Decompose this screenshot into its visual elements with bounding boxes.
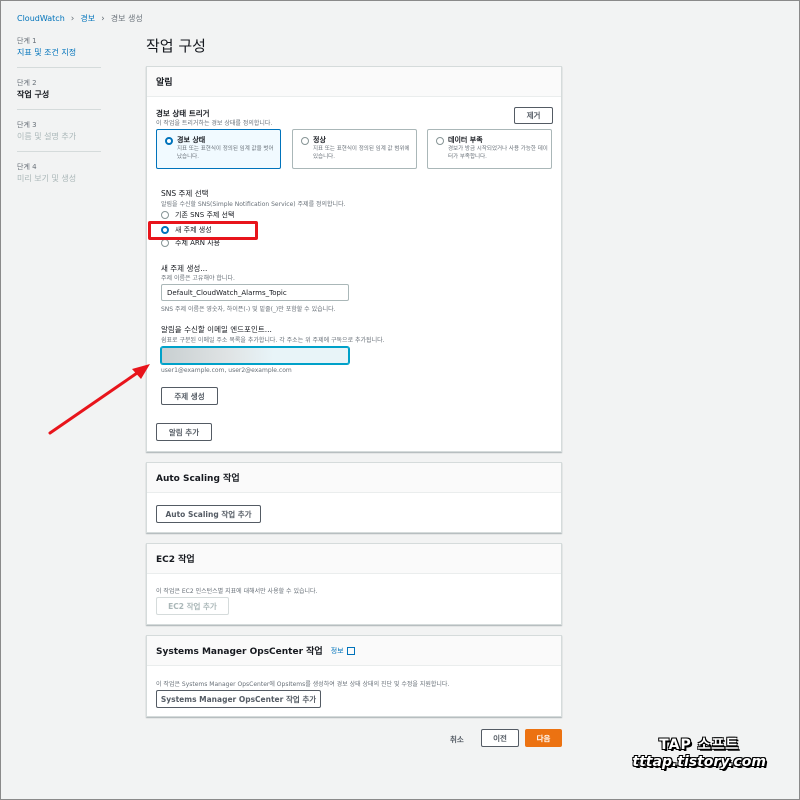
breadcrumb-alarms[interactable]: 경보 (80, 13, 95, 24)
email-desc: 쉼표로 구분된 이메일 주소 목록을 추가합니다. 각 주소는 위 주제에 구독… (161, 337, 385, 344)
panel-header: Auto Scaling 작업 (147, 463, 561, 493)
panel-title: Systems Manager OpsCenter 작업 (156, 647, 323, 657)
breadcrumb-cloudwatch[interactable]: CloudWatch (17, 14, 65, 23)
step-number: 단계 1 (17, 37, 37, 45)
topic-name-input[interactable]: Default_CloudWatch_Alarms_Topic (161, 284, 349, 301)
step-2: 단계 2 작업 구성 (17, 78, 101, 110)
add-opscenter-action-button[interactable]: Systems Manager OpsCenter 작업 추가 (156, 690, 321, 708)
email-label: 알림을 수신할 이메일 엔드포인트... (161, 325, 272, 334)
annotation-arrow-icon (48, 364, 150, 435)
step-4: 단계 4 미리 보기 및 생성 (17, 162, 101, 193)
step-3: 단계 3 이름 및 설명 추가 (17, 120, 101, 152)
notification-panel: 알림 경보 상태 트리거 이 작업을 트리거하는 경보 상태를 정의합니다. 제… (146, 66, 562, 452)
panel-header: EC2 작업 (147, 544, 561, 574)
remove-button[interactable]: 제거 (514, 107, 553, 124)
chevron-right-icon: › (101, 13, 105, 24)
sns-option-existing[interactable]: 기존 SNS 주제 선택 (161, 210, 234, 220)
radio-icon (436, 137, 444, 145)
add-autoscaling-action-button[interactable]: Auto Scaling 작업 추가 (156, 505, 261, 523)
panel-header: 알림 (147, 67, 561, 97)
watermark-line2: tttap.tistory.com (632, 754, 766, 770)
ec2-desc: 이 작업은 EC2 인스턴스별 지표에 대해서만 사용할 수 있습니다. (156, 588, 318, 595)
option-label: 기존 SNS 주제 선택 (175, 211, 235, 219)
tile-desc: 경보가 방금 시작되었거나 사용 가능한 데이터가 부족합니다. (448, 146, 548, 160)
step-number: 단계 4 (17, 163, 37, 171)
next-button[interactable]: 다음 (525, 729, 562, 747)
opscenter-desc: 이 작업은 Systems Manager OpsCenter에 OpsItem… (156, 681, 450, 688)
tile-desc: 지표 또는 표현식이 정의된 임계 값을 벗어났습니다. (177, 146, 274, 160)
watermark-line1: TAP 소프트 (659, 737, 740, 753)
page-title: 작업 구성 (146, 37, 206, 55)
email-endpoint-input[interactable] (161, 347, 349, 364)
step-title-active: 작업 구성 (17, 90, 50, 99)
radio-icon (161, 239, 169, 247)
autoscaling-panel: Auto Scaling 작업 Auto Scaling 작업 추가 (146, 462, 562, 533)
tile-title: 정상 (313, 136, 326, 144)
info-link[interactable]: 정보 (331, 646, 344, 656)
new-topic-desc: 주제 이름은 고유해야 합니다. (161, 275, 235, 282)
step-number: 단계 3 (17, 121, 37, 129)
external-link-icon (346, 646, 355, 655)
email-hint: user1@example.com, user2@example.com (161, 367, 292, 374)
chevron-right-icon: › (70, 13, 75, 24)
step-number: 단계 2 (17, 79, 37, 87)
topic-name-hint: SNS 주제 이름은 영숫자, 하이픈(-) 및 밑줄(_)만 포함할 수 있습… (161, 306, 336, 313)
radio-icon (301, 137, 309, 145)
cancel-button[interactable]: 취소 (450, 734, 464, 745)
step-title-disabled: 미리 보기 및 생성 (17, 174, 77, 183)
breadcrumb: CloudWatch › 경보 › 경보 생성 (17, 13, 143, 24)
trigger-desc: 이 작업을 트리거하는 경보 상태를 정의합니다. (156, 120, 273, 127)
panel-header: Systems Manager OpsCenter 작업 정보 (147, 636, 561, 666)
wizard-steps: 단계 1 지표 및 조건 지정 단계 2 작업 구성 단계 3 이름 및 설명 … (17, 36, 101, 203)
alarm-state-tile-insufficient[interactable]: 데이터 부족 경보가 방금 시작되었거나 사용 가능한 데이터가 부족합니다. (427, 129, 552, 169)
opscenter-panel: Systems Manager OpsCenter 작업 정보 이 작업은 Sy… (146, 635, 562, 717)
step-title-link[interactable]: 지표 및 조건 지정 (17, 47, 101, 59)
step-title-disabled: 이름 및 설명 추가 (17, 132, 77, 141)
alarm-state-tile-ok[interactable]: 정상 지표 또는 표현식이 정의된 임계 값 범위에 있습니다. (292, 129, 417, 169)
sns-desc: 알림을 수신할 SNS(Simple Notification Service)… (161, 201, 346, 208)
previous-button[interactable]: 이전 (481, 729, 519, 747)
breadcrumb-current: 경보 생성 (110, 14, 143, 23)
tile-title: 경보 상태 (177, 136, 206, 144)
tile-title: 데이터 부족 (448, 136, 483, 144)
add-notification-button[interactable]: 알림 추가 (156, 423, 212, 441)
ec2-panel: EC2 작업 이 작업은 EC2 인스턴스별 지표에 대해서만 사용할 수 있습… (146, 543, 562, 625)
step-1: 단계 1 지표 및 조건 지정 (17, 36, 101, 68)
sns-label: SNS 주제 선택 (161, 189, 209, 198)
tile-desc: 지표 또는 표현식이 정의된 임계 값 범위에 있습니다. (313, 146, 410, 160)
alarm-state-tile-in-alarm[interactable]: 경보 상태 지표 또는 표현식이 정의된 임계 값을 벗어났습니다. (156, 129, 281, 169)
create-topic-button[interactable]: 주제 생성 (161, 387, 218, 405)
annotation-highlight-box (148, 221, 258, 240)
radio-selected-icon (165, 137, 173, 145)
watermark: TAP 소프트 tttap.tistory.com (632, 734, 766, 770)
add-ec2-action-button[interactable]: EC2 작업 추가 (156, 597, 229, 615)
radio-icon (161, 211, 169, 219)
